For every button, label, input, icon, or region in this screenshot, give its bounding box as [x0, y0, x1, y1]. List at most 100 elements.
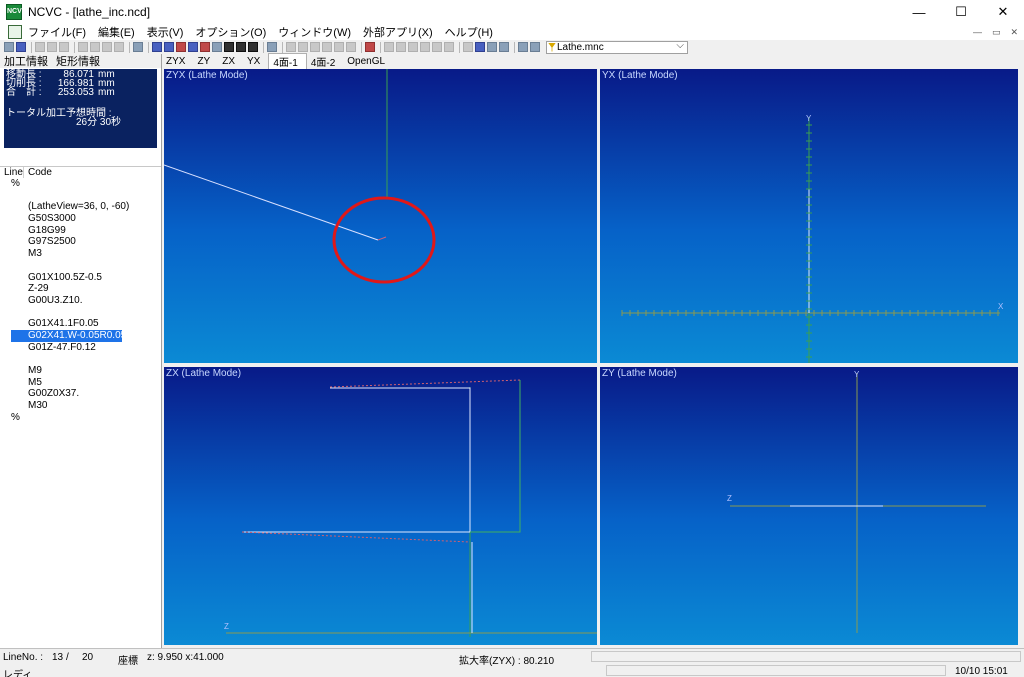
menu-options[interactable]: オプション(O)	[195, 24, 266, 40]
arrow-5-icon[interactable]	[432, 42, 442, 52]
toolbar-separator	[380, 41, 381, 53]
menu-edit[interactable]: 編集(E)	[98, 24, 135, 40]
filter-icon[interactable]	[530, 42, 540, 52]
code-line[interactable]: G01X100.5Z-0.5	[0, 272, 161, 284]
arrow-2-icon[interactable]	[396, 42, 406, 52]
grid-icon[interactable]	[518, 42, 528, 52]
viewport-zy[interactable]: ZY (Lathe Mode) Y Z	[600, 367, 1018, 645]
view-tab[interactable]: ZX	[218, 56, 243, 67]
code-line[interactable]: G00U3.Z10.	[0, 295, 161, 307]
view-tab[interactable]: ZY	[193, 56, 218, 67]
close-button[interactable]: ✕	[982, 0, 1024, 24]
record-icon[interactable]	[365, 42, 375, 52]
menu-file[interactable]: ファイル(F)	[28, 24, 86, 40]
step-icon[interactable]	[236, 42, 246, 52]
zoom-fit-icon[interactable]	[78, 42, 88, 52]
tool-6-icon[interactable]	[346, 42, 356, 52]
cube-icon[interactable]	[475, 42, 485, 52]
mdi-close-icon[interactable]: ✕	[1010, 27, 1018, 38]
code-line[interactable]: Z-29	[0, 283, 161, 295]
code-line[interactable]: M9	[0, 365, 161, 377]
tool-1-icon[interactable]	[286, 42, 296, 52]
code-list[interactable]: % (LatheView=36, 0, -60) G50S3000 G18G99 G97…	[0, 178, 161, 423]
column-code[interactable]: Code	[24, 167, 52, 178]
machining-info-box: 移動長 : 86.071 mm 切削長 : 166.981 mm 合 計 : 2…	[4, 69, 157, 148]
code-line[interactable]: %	[0, 178, 161, 190]
view-zy-icon[interactable]	[164, 42, 174, 52]
maximize-button[interactable]: ☐	[940, 0, 982, 24]
save-icon[interactable]	[16, 42, 26, 52]
forward-icon[interactable]	[248, 42, 258, 52]
view-yx-icon[interactable]	[188, 42, 198, 52]
axis-z-label: Z	[727, 494, 732, 503]
view-zyx-icon[interactable]	[152, 42, 162, 52]
view-four-icon[interactable]	[200, 42, 210, 52]
code-line[interactable]: M3	[0, 248, 161, 260]
code-line[interactable]: %	[0, 412, 161, 424]
arrow-4-icon[interactable]	[420, 42, 430, 52]
toolbar-separator	[129, 41, 130, 53]
copy-icon[interactable]	[47, 42, 57, 52]
layer-icon[interactable]	[463, 42, 473, 52]
mdi-minimize-icon[interactable]: —	[973, 27, 982, 37]
zoom-icon[interactable]	[90, 42, 100, 52]
code-line[interactable]	[0, 353, 161, 365]
minimize-button[interactable]: —	[898, 0, 940, 24]
code-line[interactable]	[0, 260, 161, 272]
code-line[interactable]: G01X41.1F0.05	[0, 318, 161, 330]
tab-machining-info[interactable]: 加工情報	[0, 53, 52, 69]
play-icon[interactable]	[224, 42, 234, 52]
view-zx-icon[interactable]	[176, 42, 186, 52]
code-line[interactable]: G18G99	[0, 225, 161, 237]
toolbar: Lathe.mnc	[0, 40, 1024, 54]
open-icon[interactable]	[4, 42, 14, 52]
code-line[interactable]: M5	[0, 377, 161, 389]
menu-external-apps[interactable]: 外部アプリ(X)	[363, 24, 433, 40]
document-icon[interactable]	[8, 25, 22, 39]
menu-view[interactable]: 表示(V)	[147, 24, 184, 40]
view-tab[interactable]: OpenGL	[343, 56, 393, 67]
code-line[interactable]	[0, 190, 161, 202]
viewport-yx[interactable]: YX (Lathe Mode) Y X	[600, 69, 1018, 363]
tool-3-icon[interactable]	[310, 42, 320, 52]
machine-file-select[interactable]: Lathe.mnc	[546, 40, 688, 54]
hand-icon[interactable]	[212, 42, 222, 52]
code-line[interactable]: G00Z0X37.	[0, 388, 161, 400]
view-tab[interactable]: 4面-2	[307, 54, 343, 69]
column-line[interactable]: Line	[0, 167, 24, 178]
tool-4-icon[interactable]	[322, 42, 332, 52]
arrow-1-icon[interactable]	[384, 42, 394, 52]
arrow-3-icon[interactable]	[408, 42, 418, 52]
code-line[interactable]: G01Z-47.F0.12	[0, 342, 161, 354]
cut-icon[interactable]	[35, 42, 45, 52]
code-line[interactable]: (LatheView=36, 0, -60)	[0, 201, 161, 213]
arrow-6-icon[interactable]	[444, 42, 454, 52]
viewport-zyx[interactable]: ZYX (Lathe Mode)	[164, 69, 597, 363]
line-number-current: 13	[52, 652, 64, 663]
zoom-in-icon[interactable]	[102, 42, 112, 52]
pin-icon[interactable]	[133, 42, 143, 52]
code-line[interactable]: G97S2500	[0, 236, 161, 248]
view-tab[interactable]: 4面-1	[268, 53, 307, 69]
coordinate-value: z: 9.950 x:41.000	[147, 652, 224, 663]
viewport-zx[interactable]: ZX (Lathe Mode) Z	[164, 367, 597, 645]
view-tab[interactable]: ZYX	[162, 56, 193, 67]
settings-icon[interactable]	[499, 42, 509, 52]
code-line[interactable]: M30	[0, 400, 161, 412]
print-icon[interactable]	[267, 42, 277, 52]
menu-help[interactable]: ヘルプ(H)	[445, 24, 493, 40]
menu-window[interactable]: ウィンドウ(W)	[278, 24, 351, 40]
code-line[interactable]	[0, 307, 161, 319]
tab-rect-info[interactable]: 矩形情報	[52, 53, 104, 69]
export-icon[interactable]	[487, 42, 497, 52]
paste-icon[interactable]	[59, 42, 69, 52]
view-tab[interactable]: YX	[243, 56, 268, 67]
line-number-total: 20	[82, 652, 94, 663]
code-line-selected[interactable]: G02X41.W-0.05R0.05	[11, 329, 126, 342]
code-line[interactable]: G50S3000	[0, 213, 161, 225]
tool-5-icon[interactable]	[334, 42, 344, 52]
tool-2-icon[interactable]	[298, 42, 308, 52]
axis-y-label: Y	[806, 114, 812, 123]
zoom-out-icon[interactable]	[114, 42, 124, 52]
mdi-restore-icon[interactable]: ▭	[992, 27, 1001, 38]
